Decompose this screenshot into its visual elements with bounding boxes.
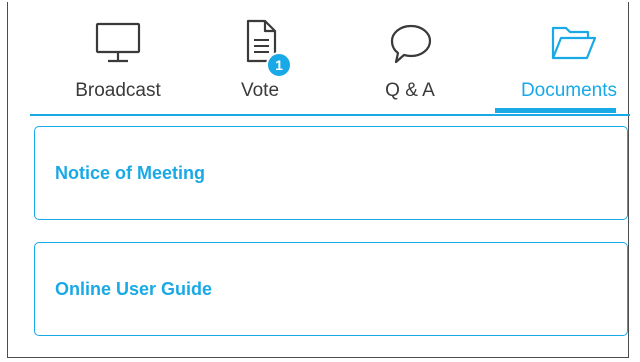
document-title: Notice of Meeting [55,162,206,183]
app-frame: Broadcast 1 Vote Q & A Documents Notice … [7,2,630,358]
monitor-icon [95,22,141,63]
tab-qa[interactable]: Q & A [360,2,460,114]
tab-label: Documents [520,80,618,101]
tab-label: Vote [240,80,280,101]
speech-bubble-icon [390,24,432,64]
active-tab-indicator [495,108,616,113]
tab-label: Q & A [385,80,435,101]
document-notice-of-meeting[interactable]: Notice of Meeting [34,126,628,220]
tab-broadcast[interactable]: Broadcast [58,2,178,114]
document-title: Online User Guide [55,278,213,299]
tab-vote[interactable]: 1 Vote [210,2,310,114]
folder-open-icon [551,26,597,60]
tab-label: Broadcast [75,80,161,101]
tab-documents[interactable]: Documents [500,2,638,114]
tab-bar: Broadcast 1 Vote Q & A Documents [30,2,630,116]
document-online-user-guide[interactable]: Online User Guide [34,242,628,336]
notification-badge: 1 [266,52,292,78]
